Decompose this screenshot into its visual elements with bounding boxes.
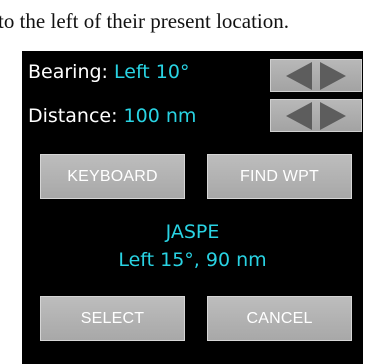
cancel-button[interactable]: CANCEL xyxy=(207,296,352,341)
navigation-panel: Bearing: Left 10° Distance: 100 nm KEYBO… xyxy=(22,51,363,364)
page: to the left of their present location. B… xyxy=(0,0,383,364)
bearing-label: Bearing: xyxy=(28,61,108,83)
find-waypoint-button[interactable]: FIND WPT xyxy=(207,154,352,199)
bearing-increase-icon[interactable] xyxy=(320,61,346,90)
bearing-adjust-buttons xyxy=(270,59,362,92)
select-button[interactable]: SELECT xyxy=(40,296,185,341)
distance-increase-icon[interactable] xyxy=(320,101,346,130)
bearing-value: Left 10° xyxy=(114,61,190,83)
distance-value: 100 nm xyxy=(123,105,197,127)
waypoint-name: JASPE xyxy=(165,221,220,243)
document-caption: to the left of their present location. xyxy=(0,0,383,42)
bearing-decrease-icon[interactable] xyxy=(286,61,312,90)
distance-decrease-icon[interactable] xyxy=(286,101,312,130)
distance-adjust-buttons xyxy=(270,99,362,132)
caption-text: to the left of their present location. xyxy=(0,9,289,33)
waypoint-detail: Left 15°, 90 nm xyxy=(118,249,267,271)
distance-label: Distance: xyxy=(28,105,118,127)
keyboard-button[interactable]: KEYBOARD xyxy=(40,154,185,199)
bearing-row: Bearing: Left 10° xyxy=(28,61,189,83)
distance-row: Distance: 100 nm xyxy=(28,105,196,127)
